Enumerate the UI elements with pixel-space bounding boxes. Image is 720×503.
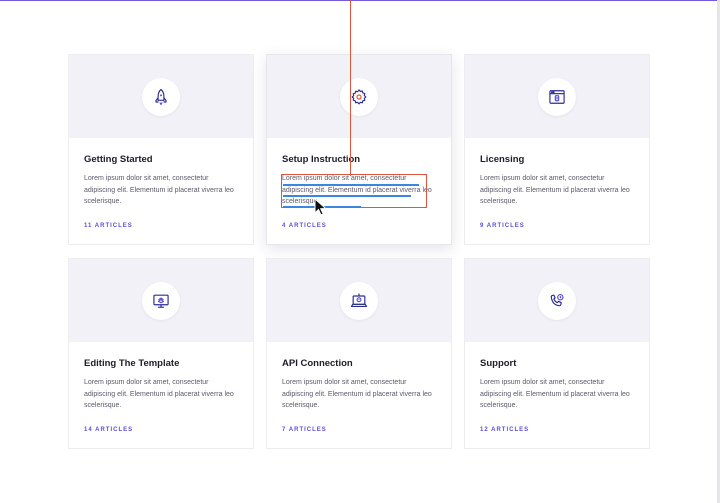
article-count-link[interactable]: 9 ARTICLES (480, 223, 634, 229)
card-description: Lorem ipsum dolor sit amet, consectetur … (282, 379, 432, 409)
selection-highlight (283, 195, 411, 197)
icon-badge (142, 281, 180, 320)
card-title: Editing The Template (84, 358, 180, 369)
help-center-page: Getting Started Lorem ipsum dolor sit am… (0, 0, 720, 503)
card-description: Lorem ipsum dolor sit amet, consectetur … (480, 175, 630, 205)
card-header (69, 259, 253, 342)
card-description: Lorem ipsum dolor sit amet, consectetur … (84, 379, 234, 409)
phone-support-icon (550, 293, 564, 306)
card-title: Support (480, 358, 517, 369)
top-border (0, 0, 720, 1)
category-card-getting-started[interactable]: Getting Started Lorem ipsum dolor sit am… (68, 54, 254, 245)
icon-badge (340, 77, 378, 116)
category-card-setup-instruction[interactable]: Setup Instruction Lorem ipsum dolor sit … (266, 54, 452, 245)
category-card-api-connection[interactable]: API Connection Lorem ipsum dolor sit ame… (266, 258, 452, 449)
gear-icon (351, 88, 367, 104)
card-title: Setup Instruction (282, 154, 361, 165)
selection-highlight (283, 184, 419, 186)
selection-guide-line (350, 0, 351, 176)
icon-badge (340, 281, 378, 320)
category-card-support[interactable]: Support Lorem ipsum dolor sit amet, cons… (464, 258, 650, 449)
rocket-icon (155, 88, 167, 105)
card-header (69, 55, 253, 138)
article-count-link[interactable]: 7 ARTICLES (282, 427, 436, 433)
browser-license-icon (549, 89, 565, 104)
icon-badge (538, 281, 576, 320)
card-description: Lorem ipsum dolor sit amet, consectetur … (480, 379, 630, 409)
category-card-licensing[interactable]: Licensing Lorem ipsum dolor sit amet, co… (464, 54, 650, 245)
card-title: Licensing (480, 154, 525, 165)
monitor-icon (153, 294, 169, 308)
card-description: Lorem ipsum dolor sit amet, consectetur … (84, 175, 234, 205)
article-count-link[interactable]: 12 ARTICLES (480, 427, 634, 433)
article-count-link[interactable]: 14 ARTICLES (84, 427, 238, 433)
laptop-connection-icon (350, 293, 368, 307)
text-selection-outline (281, 174, 427, 208)
card-header (267, 55, 451, 138)
icon-badge (142, 77, 180, 116)
category-card-editing-template[interactable]: Editing The Template Lorem ipsum dolor s… (68, 258, 254, 449)
mouse-cursor-icon (314, 198, 327, 216)
card-title: Getting Started (84, 154, 153, 165)
card-header (267, 259, 451, 342)
icon-badge (538, 77, 576, 116)
category-grid: Getting Started Lorem ipsum dolor sit am… (68, 54, 650, 449)
article-count-link[interactable]: 11 ARTICLES (84, 223, 238, 229)
card-header (465, 55, 649, 138)
card-title: API Connection (282, 358, 353, 369)
article-count-link[interactable]: 4 ARTICLES (282, 223, 436, 229)
card-header (465, 259, 649, 342)
